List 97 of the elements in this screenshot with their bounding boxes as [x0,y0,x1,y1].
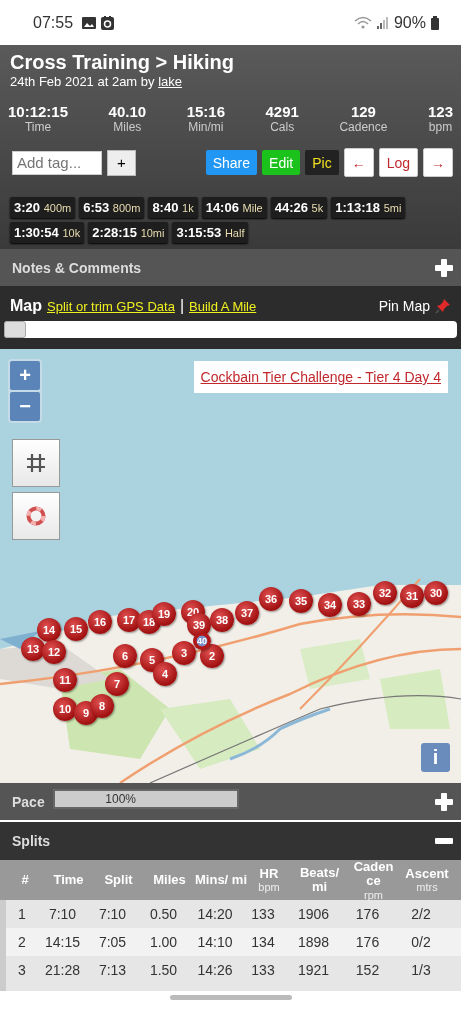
app-icon [101,15,115,30]
stat-value: 4291 [265,103,299,120]
table-cell-text: 7:05 [97,934,128,950]
table-cell-text: 7:10 [47,906,78,922]
column-header: Split [103,871,134,890]
table-cell-text: 1.50 [148,962,179,978]
table-cell-text: 14:15 [43,934,81,950]
best-time-button[interactable]: 2:28:15 10mi [88,222,169,243]
column-header: Ascent mtrs [404,865,450,896]
table-cell-text: 1.00 [148,934,179,950]
table-cell-text: 134 [250,934,276,950]
column-header: Caden ce rpm [352,860,395,901]
best-time-button[interactable]: 44:26 5k [270,197,328,218]
activity-date: 24th Feb 2021 at 2am by lake [10,74,183,89]
column-header: Beats/ mi [299,864,340,897]
table-cell-text: 1/3 [410,962,432,978]
map-slider[interactable] [4,321,457,338]
column-header: HR bpm [257,865,281,896]
pushpin-icon[interactable] [435,298,451,314]
add-tag-button[interactable]: + [107,149,136,176]
table-cell-text: 152 [354,962,381,978]
stat-label: Cals [270,120,295,134]
gallery-icon [82,16,97,29]
stat-label: Time [24,120,52,134]
signal-icon [376,16,389,29]
pin-map-label[interactable]: Pin Map [378,298,430,314]
best-time-button[interactable]: 1:30:54 10k [10,222,85,243]
zoom-in-button[interactable]: + [10,361,40,390]
wifi-icon [353,16,372,29]
action-button[interactable]: → [423,148,453,177]
stat-label: Cadence [339,120,388,134]
best-time-button[interactable]: 3:20 400m [10,197,76,218]
best-time-button[interactable]: 6:53 800m [79,197,145,218]
expand-icon[interactable] [435,792,453,811]
column-header: Mins/ mi [195,871,247,890]
table-cell-text: 176 [354,934,381,950]
status-time: 07:55 [33,13,74,32]
table-cell-text: 14:10 [196,934,234,950]
action-button[interactable]: Pic [305,150,339,175]
column-header: Time [52,871,85,890]
map-link[interactable]: Split or trim GPS Data [47,298,175,314]
table-cell-text: 0/2 [410,934,432,950]
battery-level: 90% [393,13,426,32]
table-cell-text: 14:20 [196,906,234,922]
stat-value: 123 [427,103,453,120]
zoom-out-button[interactable]: − [10,392,40,421]
table-cell-text: 14:26 [196,962,234,978]
table-cell-text: 1906 [296,906,331,922]
map-title: Map [10,297,42,315]
stat-label: Min/mi [188,120,224,134]
action-button[interactable]: ← [343,148,374,177]
action-button[interactable]: Log [378,148,418,177]
stat-label: Miles [113,120,142,134]
grid-icon [25,452,47,474]
route-link[interactable]: Cockbain Tier Challenge - Tier 4 Day 4 [200,369,441,385]
notes-title: Notes & Comments [12,259,142,276]
separator: | [179,297,185,315]
table-cell-text: 2/2 [410,906,432,922]
column-header: Miles [152,871,187,890]
stat-value: 40.10 [108,103,147,120]
best-time-button[interactable]: 1:13:18 5mi [331,197,406,218]
map-link[interactable]: Build A Mile [189,298,257,314]
best-time-button[interactable]: 14:06 Mile [201,197,267,218]
table-cell-text: 0.50 [148,906,179,922]
stat-value: 10:12:15 [8,103,69,120]
best-time-button[interactable]: 8:40 1k [148,197,198,218]
pace-title: Pace [12,793,45,810]
grid-button[interactable] [12,439,60,487]
notes-bar[interactable]: Notes & Comments [0,249,461,286]
table-cell-text: 133 [250,906,276,922]
table-cell-text: 1898 [296,934,331,950]
author-link[interactable]: lake [158,74,182,89]
splits-title: Splits [12,833,51,849]
table-cell-text: 7:13 [97,962,128,978]
stat-value: 15:16 [186,103,225,120]
table-cell-text: 133 [250,962,276,978]
slider-thumb[interactable] [4,321,26,338]
best-time-button[interactable]: 3:15:53 Half [172,222,249,243]
table-cell-text: 3 [17,962,27,978]
table-cell-text: 1921 [296,962,331,978]
table-cell-text: 7:10 [97,906,128,922]
action-button[interactable]: Share [205,150,258,175]
column-header: # [20,871,30,890]
tag-field[interactable]: Add tag... [12,150,102,175]
stat-label: bpm [428,120,453,134]
page-title: Cross Training > Hiking [10,51,235,74]
info-button[interactable]: i [421,743,450,772]
pace-reading: 100% [104,790,138,807]
lifebuoy-icon [26,506,46,526]
table-cell-text: 21:28 [43,962,81,978]
table-cell-text: 1 [17,906,27,922]
table-cell-text: 176 [354,906,381,922]
lifebuoy-button[interactable] [12,492,60,540]
battery-icon [431,15,439,30]
table-cell-text: 2 [17,934,27,950]
expand-icon[interactable] [435,258,453,277]
stat-value: 129 [350,103,376,120]
